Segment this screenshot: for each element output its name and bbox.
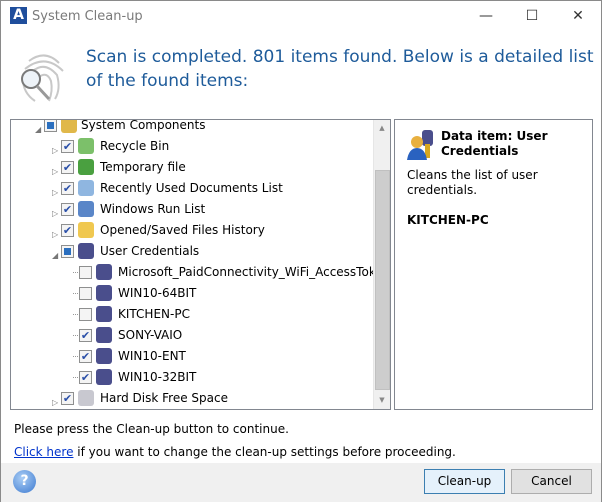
- checkbox[interactable]: ✔: [79, 371, 92, 384]
- tree-item-label: Temporary file: [100, 160, 186, 174]
- checkbox[interactable]: ✔: [61, 392, 74, 405]
- user-credentials-icon: [96, 264, 112, 280]
- checkbox[interactable]: [79, 308, 92, 321]
- checkbox[interactable]: ✔: [61, 161, 74, 174]
- scrollbar-thumb[interactable]: [375, 170, 390, 390]
- tree-item-label: System Components: [81, 119, 206, 132]
- recycle-bin-icon: [78, 138, 94, 154]
- checkbox[interactable]: ✔: [61, 224, 74, 237]
- items-tree[interactable]: ◢ System Components ▷ ✔ Recycle Bin ▷ ✔ Tempo…: [10, 119, 391, 410]
- tree-line: [73, 356, 78, 357]
- expand-arrow-icon[interactable]: ▷: [52, 225, 58, 245]
- tree-item-label: User Credentials: [100, 244, 200, 258]
- app-logo-icon: A: [10, 7, 27, 24]
- expand-arrow-icon[interactable]: ▷: [52, 183, 58, 203]
- user-credentials-icon: [96, 306, 112, 322]
- scroll-down-arrow[interactable]: ▼: [374, 392, 390, 409]
- user-credentials-icon: [96, 285, 112, 301]
- checkbox[interactable]: [79, 287, 92, 300]
- hard-disk-icon: [78, 390, 94, 406]
- tree-item-label: Microsoft_PaidConnectivity_WiFi_AccessTo…: [118, 265, 391, 279]
- cancel-button[interactable]: Cancel: [511, 469, 592, 494]
- checkbox[interactable]: ✔: [61, 203, 74, 216]
- tree-line: [73, 314, 78, 315]
- user-credentials-icon: [96, 327, 112, 343]
- details-panel: Data item: User Credentials Cleans the l…: [394, 119, 593, 410]
- checkbox[interactable]: [44, 120, 57, 132]
- collapse-arrow-icon[interactable]: ◢: [35, 120, 41, 140]
- tree-scrollbar[interactable]: ▲ ▼: [373, 120, 390, 409]
- checkbox[interactable]: ✔: [61, 140, 74, 153]
- settings-message-text: if you want to change the clean-up setti…: [73, 445, 456, 459]
- tree-item-label: WIN10-32BIT: [118, 370, 197, 384]
- tree-item-label: SONY-VAIO: [118, 328, 183, 342]
- expand-arrow-icon[interactable]: ▷: [52, 162, 58, 182]
- system-components-icon: [61, 120, 77, 133]
- scroll-up-arrow[interactable]: ▲: [374, 120, 390, 137]
- tree-item-label: Recycle Bin: [100, 139, 170, 153]
- details-selected-item: KITCHEN-PC: [407, 213, 489, 227]
- click-here-link[interactable]: Click here: [14, 445, 73, 459]
- checkbox[interactable]: [79, 266, 92, 279]
- run-list-icon: [78, 201, 94, 217]
- tree-item-label: Opened/Saved Files History: [100, 223, 265, 237]
- user-credentials-icon: [96, 348, 112, 364]
- checkbox[interactable]: ✔: [61, 182, 74, 195]
- window-title: System Clean-up: [32, 9, 143, 24]
- tree-item-label: Recently Used Documents List: [100, 181, 283, 195]
- tree-item-label: WIN10-64BIT: [118, 286, 197, 300]
- tree-line: [73, 335, 78, 336]
- expand-arrow-icon[interactable]: ▷: [52, 204, 58, 224]
- tree-item-label: Windows Run List: [100, 202, 206, 216]
- tree-item-label: Hard Disk Free Space: [100, 391, 228, 405]
- tree-line: [73, 377, 78, 378]
- collapse-arrow-icon[interactable]: ◢: [52, 246, 58, 266]
- recent-documents-icon: [78, 180, 94, 196]
- system-cleanup-window: A System Clean-up — ☐ ✕ Scan is complete…: [0, 0, 602, 502]
- user-credentials-icon: [96, 369, 112, 385]
- temporary-file-icon: [78, 159, 94, 175]
- settings-message: Click here if you want to change the cle…: [14, 445, 456, 459]
- details-description: Cleans the list of user credentials.: [407, 168, 538, 197]
- scan-result-heading: Scan is completed. 801 items found. Belo…: [86, 47, 594, 91]
- continue-message: Please press the Clean-up button to cont…: [14, 422, 289, 436]
- checkbox[interactable]: ✔: [79, 329, 92, 342]
- tree-line: [73, 272, 78, 273]
- cleanup-button[interactable]: Clean-up: [424, 469, 505, 494]
- close-button[interactable]: ✕: [555, 1, 601, 31]
- maximize-button[interactable]: ☐: [509, 1, 555, 31]
- user-credentials-icon: [407, 130, 433, 160]
- checkbox[interactable]: ✔: [79, 350, 92, 363]
- minimize-button[interactable]: —: [463, 1, 509, 31]
- tree-item-label: KITCHEN-PC: [118, 307, 190, 321]
- help-icon[interactable]: ?: [13, 470, 36, 493]
- expand-arrow-icon[interactable]: ▷: [52, 141, 58, 161]
- title-bar: A System Clean-up — ☐ ✕: [1, 1, 601, 31]
- expand-arrow-icon[interactable]: ▷: [52, 393, 58, 409]
- tree-item-label: WIN10-ENT: [118, 349, 186, 363]
- footer-bar: ? Clean-up Cancel: [1, 463, 601, 502]
- fingerprint-search-icon: [21, 54, 64, 102]
- details-title: Data item: User Credentials: [441, 129, 548, 158]
- tree-line: [73, 293, 78, 294]
- checkbox[interactable]: [61, 245, 74, 258]
- folder-history-icon: [78, 222, 94, 238]
- user-credentials-icon: [78, 243, 94, 259]
